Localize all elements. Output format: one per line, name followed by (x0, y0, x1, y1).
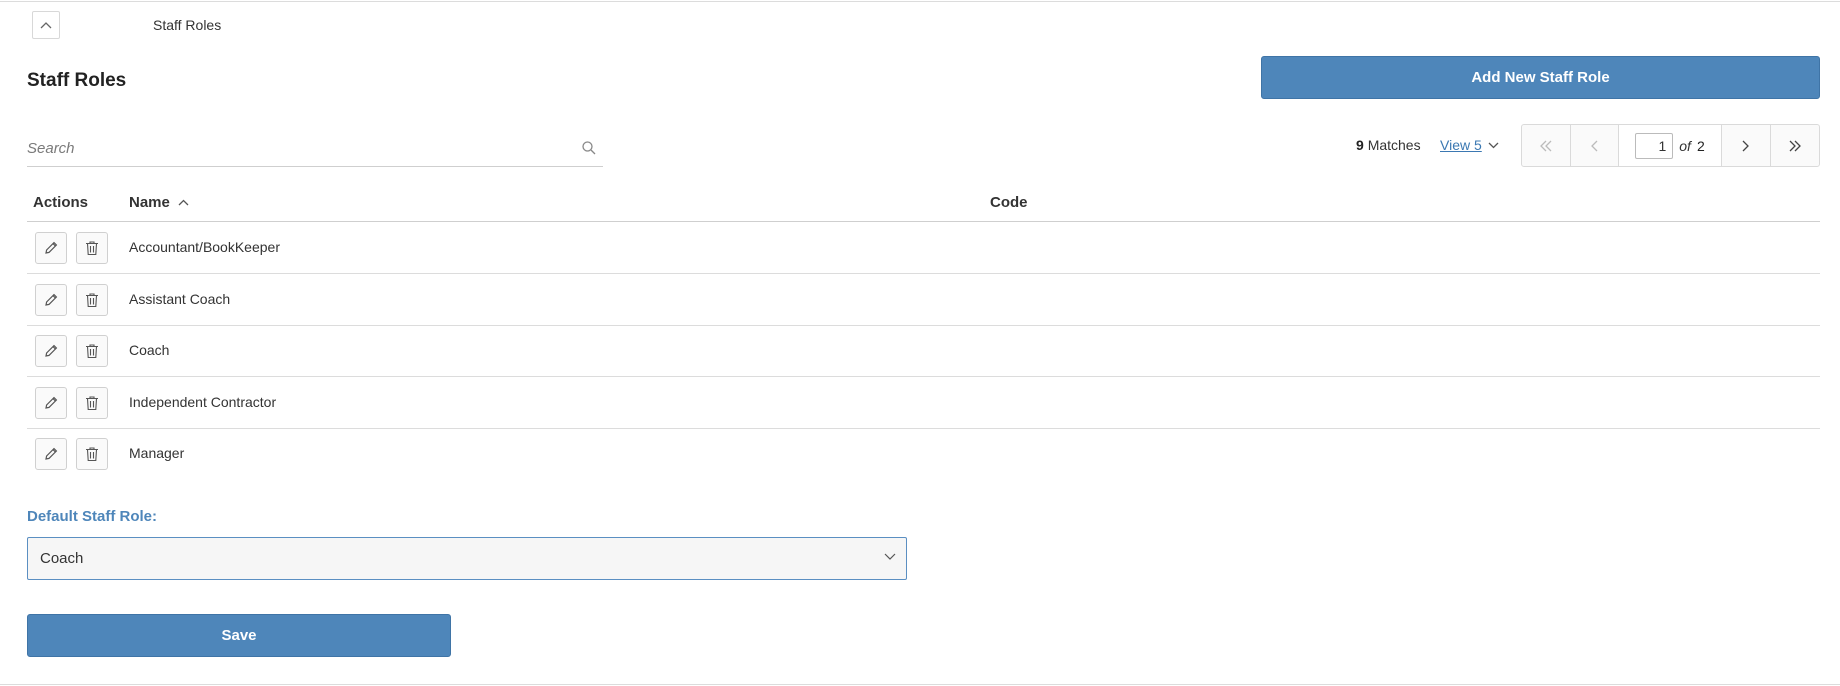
pencil-icon (45, 241, 58, 254)
matches-label: Matches (1367, 137, 1421, 153)
role-name: Independent Contractor (129, 394, 277, 410)
edit-button[interactable] (35, 284, 67, 316)
last-page-button[interactable] (1771, 125, 1820, 166)
breadcrumb: Staff Roles (153, 17, 222, 33)
prev-page-button[interactable] (1571, 125, 1620, 166)
collapse-button[interactable] (32, 11, 60, 39)
delete-button[interactable] (76, 387, 108, 419)
edit-button[interactable] (35, 387, 67, 419)
column-header-actions: Actions (33, 194, 89, 211)
next-page-button[interactable] (1722, 125, 1771, 166)
trash-icon (86, 293, 98, 308)
search-icon[interactable] (581, 140, 597, 156)
chevron-up-icon (40, 22, 52, 29)
add-staff-role-button[interactable]: Add New Staff Role (1261, 56, 1820, 99)
pencil-icon (45, 396, 58, 409)
trash-icon (86, 344, 98, 359)
page-total: 2 (1696, 137, 1705, 154)
role-name: Assistant Coach (129, 291, 231, 307)
delete-button[interactable] (76, 232, 108, 264)
matches-count: 9 Matches (1356, 137, 1421, 153)
delete-button[interactable] (76, 335, 108, 367)
pencil-icon (45, 344, 58, 357)
search-field (27, 130, 603, 167)
delete-button[interactable] (76, 438, 108, 470)
trash-icon (86, 396, 98, 411)
pencil-icon (45, 293, 58, 306)
search-input[interactable] (27, 134, 567, 162)
table-row: Independent Contractor (27, 377, 1820, 429)
page-title: Staff Roles (27, 70, 127, 91)
page-indicator: of 2 (1619, 125, 1722, 166)
column-header-code[interactable]: Code (990, 194, 1028, 211)
table-row: Manager (27, 428, 1820, 480)
chevron-right-icon (1742, 140, 1749, 151)
page-of-label: of (1679, 137, 1691, 154)
chevron-left-icon (1591, 140, 1598, 151)
default-staff-role-value: Coach (40, 550, 84, 567)
sort-ascending-icon (178, 199, 189, 206)
column-header-name-label: Name (129, 194, 170, 211)
chevron-down-icon (1488, 142, 1499, 148)
save-button[interactable]: Save (27, 614, 451, 657)
default-staff-role-select[interactable]: Coach (27, 537, 907, 580)
edit-button[interactable] (35, 335, 67, 367)
table-row: Coach (27, 325, 1820, 377)
chevron-down-icon (884, 553, 896, 560)
trash-icon (86, 241, 98, 256)
default-staff-role-label: Default Staff Role: (27, 508, 158, 525)
double-chevron-left-icon (1539, 140, 1552, 151)
first-page-button[interactable] (1522, 125, 1571, 166)
column-header-name[interactable]: Name (129, 194, 189, 211)
pencil-icon (45, 447, 58, 460)
matches-number: 9 (1356, 137, 1364, 153)
edit-button[interactable] (35, 232, 67, 264)
pagination: of 2 (1521, 124, 1820, 167)
view-size-select[interactable]: View 5 (1440, 137, 1499, 153)
table-row: Accountant/BookKeeper (27, 222, 1820, 274)
trash-icon (86, 447, 98, 462)
page-number-input[interactable] (1635, 132, 1674, 159)
role-name: Accountant/BookKeeper (129, 239, 280, 255)
delete-button[interactable] (76, 284, 108, 316)
table-row: Assistant Coach (27, 274, 1820, 326)
role-name: Coach (129, 342, 170, 358)
view-size-label: View 5 (1440, 137, 1482, 153)
bottom-divider (0, 684, 1840, 685)
role-name: Manager (129, 445, 185, 461)
double-chevron-right-icon (1789, 140, 1801, 151)
edit-button[interactable] (35, 438, 67, 470)
top-divider (0, 1, 1840, 2)
